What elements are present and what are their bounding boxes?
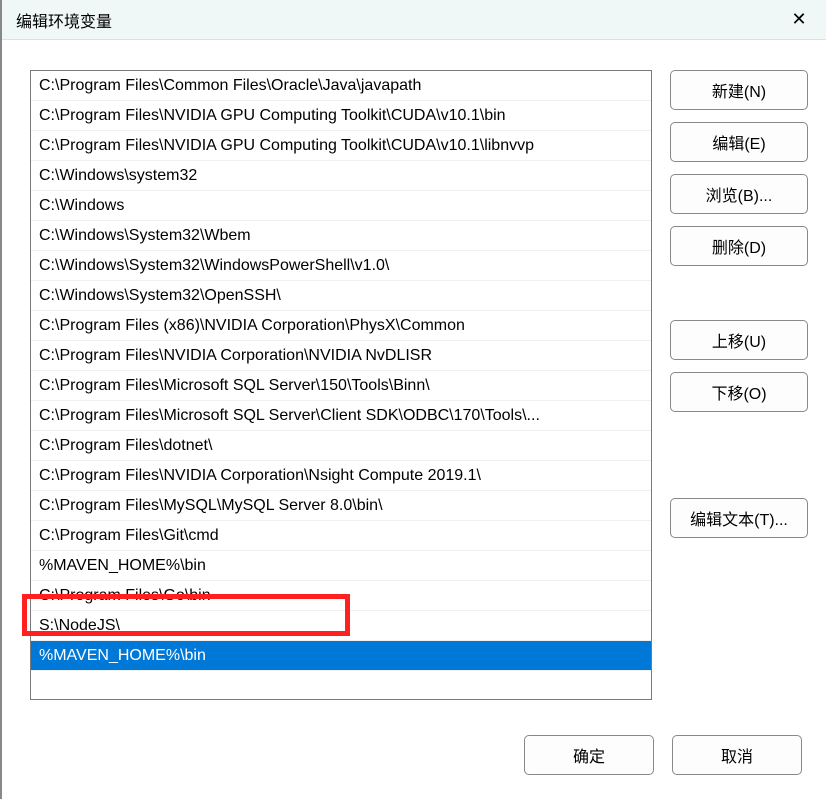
edit-button[interactable]: 编辑(E) (670, 122, 808, 162)
path-list-item[interactable]: C:\Program Files\NVIDIA Corporation\NVID… (31, 341, 651, 371)
close-icon[interactable]: ✕ (784, 9, 814, 30)
path-list-item[interactable]: %MAVEN_HOME%\bin (31, 641, 651, 671)
move-up-button[interactable]: 上移(U) (670, 320, 808, 360)
titlebar: 编辑环境变量 ✕ (2, 0, 826, 40)
path-list-item[interactable]: C:\Program Files\NVIDIA Corporation\Nsig… (31, 461, 651, 491)
path-list-item[interactable]: C:\Program Files\Git\cmd (31, 521, 651, 551)
path-list-item[interactable]: S:\NodeJS\ (31, 611, 651, 641)
move-down-button[interactable]: 下移(O) (670, 372, 808, 412)
path-list-item[interactable]: C:\Program Files\Common Files\Oracle\Jav… (31, 71, 651, 101)
edit-text-button[interactable]: 编辑文本(T)... (670, 498, 808, 538)
delete-button[interactable]: 删除(D) (670, 226, 808, 266)
path-list-item[interactable]: C:\Program Files\NVIDIA GPU Computing To… (31, 131, 651, 161)
path-list-item[interactable]: C:\Program Files\Microsoft SQL Server\15… (31, 371, 651, 401)
listbox-wrapper: C:\Program Files\Common Files\Oracle\Jav… (30, 70, 652, 717)
browse-button[interactable]: 浏览(B)... (670, 174, 808, 214)
cancel-button[interactable]: 取消 (672, 735, 802, 775)
path-list-item[interactable]: C:\Windows\system32 (31, 161, 651, 191)
dialog-footer: 确定 取消 (2, 735, 826, 799)
path-list-item[interactable]: C:\Program Files\dotnet\ (31, 431, 651, 461)
new-button[interactable]: 新建(N) (670, 70, 808, 110)
path-list-item[interactable]: C:\Windows\System32\WindowsPowerShell\v1… (31, 251, 651, 281)
path-list-item[interactable]: C:\Program Files\Go\bin (31, 581, 651, 611)
path-list-item[interactable]: C:\Program Files\Microsoft SQL Server\Cl… (31, 401, 651, 431)
path-list-item[interactable]: C:\Program Files (x86)\NVIDIA Corporatio… (31, 311, 651, 341)
spacer (670, 278, 808, 308)
window-title: 编辑环境变量 (16, 8, 112, 32)
env-var-dialog: 编辑环境变量 ✕ C:\Program Files\Common Files\O… (0, 0, 826, 799)
path-list-item[interactable]: C:\Windows (31, 191, 651, 221)
ok-button[interactable]: 确定 (524, 735, 654, 775)
path-list-item[interactable]: C:\Program Files\MySQL\MySQL Server 8.0\… (31, 491, 651, 521)
button-column: 新建(N) 编辑(E) 浏览(B)... 删除(D) 上移(U) 下移(O) 编… (670, 70, 808, 717)
path-list-item[interactable]: C:\Program Files\NVIDIA GPU Computing To… (31, 101, 651, 131)
path-listbox[interactable]: C:\Program Files\Common Files\Oracle\Jav… (30, 70, 652, 700)
path-list-item[interactable]: C:\Windows\System32\OpenSSH\ (31, 281, 651, 311)
path-list-item[interactable]: %MAVEN_HOME%\bin (31, 551, 651, 581)
spacer (670, 424, 808, 486)
path-list-item[interactable]: C:\Windows\System32\Wbem (31, 221, 651, 251)
dialog-content: C:\Program Files\Common Files\Oracle\Jav… (2, 40, 826, 735)
